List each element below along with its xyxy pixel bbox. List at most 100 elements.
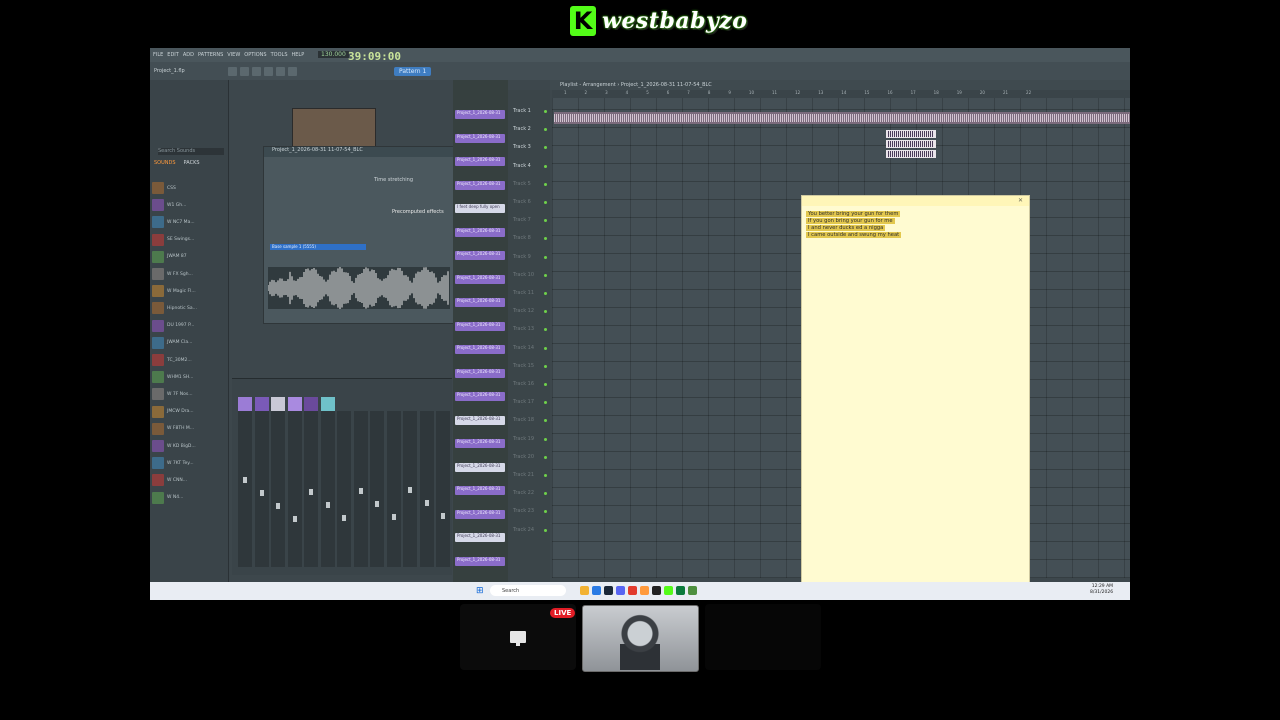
track-enable-led[interactable] (544, 455, 547, 459)
browser-item[interactable]: W Magic Fl... (152, 283, 226, 299)
browser-item[interactable]: W F8TH M... (152, 421, 226, 437)
mixer-icon[interactable] (263, 66, 273, 76)
track-label[interactable]: Track 4 (513, 163, 531, 169)
pattern-clip[interactable]: Project_1_2026-08-31 (455, 533, 505, 542)
track-label[interactable]: Track 15 (513, 363, 534, 369)
taskbar-clock[interactable]: 12:29 AM 8/31/2026 (1090, 584, 1113, 596)
tab-sounds[interactable]: SOUNDS (154, 160, 176, 166)
pattern-clip[interactable]: Project_1_2026-08-31 (455, 462, 505, 472)
browser-item[interactable]: JMCW Dra... (152, 404, 226, 420)
track-enable-led[interactable] (544, 346, 547, 350)
stop-icon[interactable] (239, 66, 249, 76)
browser-item[interactable]: W 7F Nos... (152, 386, 226, 402)
mixer-channel-strip[interactable] (271, 397, 285, 567)
track-enable-led[interactable] (544, 310, 547, 314)
track-enable-led[interactable] (544, 474, 547, 477)
channel-rack-icon[interactable] (287, 66, 297, 76)
track-label[interactable]: Track 22 (513, 490, 534, 496)
windows-start-icon[interactable]: ⊞ (476, 586, 486, 596)
mixer-fader[interactable] (408, 487, 412, 493)
mixer-fader[interactable] (243, 477, 247, 483)
pattern-clip[interactable]: Project_1_2026-08-31 (455, 486, 505, 495)
sticky-note-titlebar[interactable] (802, 196, 1029, 206)
steam-icon[interactable] (604, 586, 613, 595)
track-enable-led[interactable] (544, 128, 547, 132)
browser-item[interactable]: TC_30M2... (152, 352, 226, 368)
track-label[interactable]: Track 5 (513, 181, 531, 187)
browser-item[interactable]: W CNN... (152, 472, 226, 488)
empty-stream-tile[interactable] (705, 604, 821, 670)
track-enable-led[interactable] (544, 273, 547, 277)
track-label[interactable]: Track 7 (513, 217, 531, 223)
pattern-clip[interactable]: Project_1_2026-08-31 (455, 110, 505, 119)
discord-icon[interactable] (616, 586, 625, 595)
file-explorer-icon[interactable] (580, 586, 589, 595)
mixer-fader[interactable] (259, 490, 264, 496)
track-label[interactable]: Track 8 (513, 235, 531, 241)
track-enable-led[interactable] (544, 201, 547, 204)
track-enable-led[interactable] (544, 110, 547, 113)
mixer-fader[interactable] (375, 501, 379, 507)
track-enable-led[interactable] (544, 237, 547, 241)
pattern-clip[interactable]: Project_1_2026-08-31 (455, 556, 505, 566)
browser-item[interactable]: W NC7 Ma... (152, 214, 226, 230)
taskbar-search-input[interactable]: Search (490, 585, 566, 596)
pattern-clip[interactable]: Project_1_2026-08-31 (455, 415, 505, 425)
spreadsheet-icon[interactable] (676, 586, 685, 595)
mixer-channel-strip[interactable] (337, 397, 351, 567)
audio-clip-track-1[interactable] (554, 112, 1130, 124)
browser-item[interactable]: DU 1997 P... (152, 318, 226, 334)
track-label[interactable]: Track 3 (513, 144, 531, 150)
close-icon[interactable]: ✕ (1018, 197, 1023, 204)
menu-help[interactable]: HELP (292, 52, 305, 58)
pattern-clip[interactable]: I feet deep fully open (455, 204, 505, 213)
menu-options[interactable]: OPTIONS (244, 52, 266, 58)
track-label[interactable]: Track 24 (513, 527, 534, 533)
piano-roll-icon[interactable] (275, 66, 285, 76)
browser-item[interactable]: SE Swings... (152, 232, 226, 248)
browser-search-input[interactable]: Search Sounds (158, 148, 224, 155)
track-enable-led[interactable] (544, 182, 547, 186)
track-enable-led[interactable] (544, 292, 547, 295)
mixer-channel-strip[interactable] (386, 397, 401, 567)
mixer-fader[interactable] (309, 489, 313, 495)
track-enable-led[interactable] (544, 164, 547, 168)
terminal-icon[interactable] (652, 586, 661, 595)
selected-sample-item[interactable]: Base sample 1 (5555) (270, 244, 366, 250)
menu-patterns[interactable]: PATTERNS (198, 52, 223, 58)
track-enable-led[interactable] (544, 510, 547, 514)
pattern-clip[interactable]: Project_1_2026-08-31 (455, 439, 505, 448)
menu-file[interactable]: FILE (153, 52, 163, 58)
track-label[interactable]: Track 20 (513, 454, 534, 460)
note-line[interactable]: You better bring your gun for them (806, 211, 901, 217)
edge-icon[interactable] (592, 586, 601, 595)
pattern-clip[interactable]: Project_1_2026-08-31 (455, 509, 505, 519)
track-enable-led[interactable] (544, 419, 547, 423)
note-line[interactable]: I and never ducks ed a nigga (806, 225, 886, 231)
mixer-channel-strip[interactable] (370, 397, 384, 567)
menu-add[interactable]: ADD (183, 52, 194, 58)
browser-item[interactable]: WHM1 SH... (152, 369, 226, 385)
play-icon[interactable] (227, 66, 237, 76)
fl-studio-icon[interactable] (640, 586, 649, 595)
mixer-fader[interactable] (424, 500, 429, 506)
pattern-clip[interactable]: Project_1_2026-08-31 (455, 298, 505, 307)
pattern-selector[interactable]: Pattern 1 (394, 67, 432, 76)
pattern-clip[interactable]: Project_1_2026-08-31 (455, 180, 505, 190)
mixer-channel-strip[interactable] (353, 397, 368, 567)
browser-item[interactable]: W N4... (152, 490, 226, 506)
record-icon[interactable] (251, 66, 261, 76)
track-label[interactable]: Track 16 (513, 381, 534, 387)
mixer-fader[interactable] (325, 502, 330, 508)
mixer-channel-strip[interactable] (403, 397, 417, 567)
pattern-clip[interactable]: Project_1_2026-08-31 (455, 345, 505, 354)
browser-item[interactable]: W KD BigD... (152, 438, 226, 454)
audio-clip[interactable] (886, 140, 936, 148)
track-enable-led[interactable] (544, 383, 547, 386)
browser-item[interactable]: JWAM 87 (152, 249, 226, 265)
browser-item[interactable]: CSS (152, 180, 226, 196)
pattern-clip[interactable]: Project_1_2026-08-31 (455, 133, 505, 143)
track-label[interactable]: Track 14 (513, 345, 534, 351)
pattern-clip[interactable]: Project_1_2026-08-31 (455, 251, 505, 260)
menu-edit[interactable]: EDIT (167, 52, 179, 58)
